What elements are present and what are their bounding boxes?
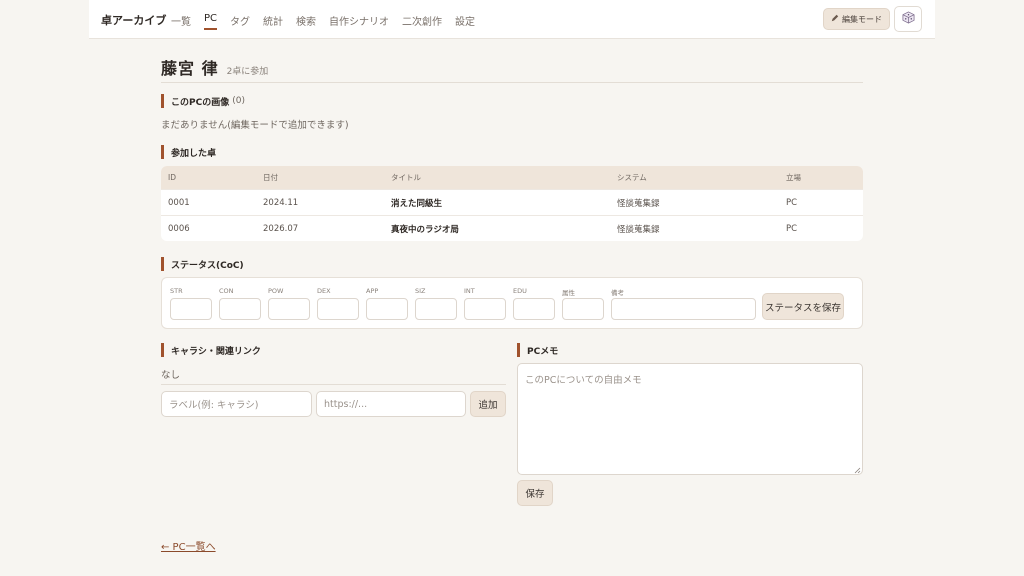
- memo-section-heading: PCメモ: [517, 343, 558, 357]
- row-role: PC: [786, 197, 798, 208]
- nav-item-original-scenarios[interactable]: 自作シナリオ: [329, 0, 389, 39]
- memo-section-title: PCメモ: [527, 346, 559, 357]
- link-url-input[interactable]: https://...: [316, 391, 466, 417]
- stat-attribute-input[interactable]: [562, 298, 604, 320]
- stat-label: SIZ: [415, 287, 426, 295]
- nav-item-list[interactable]: 一覧: [171, 0, 191, 39]
- random-dice-button[interactable]: [894, 6, 922, 32]
- images-count: (0): [232, 96, 245, 106]
- memo-textarea[interactable]: このPCについての自由メモ: [517, 363, 863, 475]
- stat-dex: DEX: [317, 287, 359, 320]
- status-panel: STR CON POW DEX APP SIZ INT EDU 属性 備考 ステ…: [161, 277, 863, 329]
- edit-mode-label: 編集モード: [842, 14, 882, 24]
- top-navigation-bar: 卓アーカイブ 一覧 PC タグ 統計 検索 自作シナリオ 二次創作 設定 編集モ…: [89, 0, 935, 39]
- pencil-icon: [831, 14, 839, 24]
- main-nav: 一覧 PC タグ 統計 検索 自作シナリオ 二次創作 設定: [171, 0, 488, 39]
- save-memo-button[interactable]: 保存: [517, 480, 553, 506]
- page-title: 藤宮 律: [161, 59, 219, 78]
- images-section-heading: このPCの画像 (0): [161, 94, 245, 108]
- row-date: 2024.11: [263, 197, 299, 208]
- images-empty-text: まだありません(編集モードで追加できます): [161, 120, 349, 131]
- column-header-title[interactable]: タイトル: [391, 172, 421, 183]
- nav-item-pc[interactable]: PC: [204, 0, 218, 39]
- images-section-title: このPCの画像: [171, 97, 230, 108]
- stat-label: CON: [219, 287, 234, 295]
- stat-siz-input[interactable]: [415, 298, 457, 320]
- stat-con-input[interactable]: [219, 298, 261, 320]
- row-title-link[interactable]: 真夜中のラジオ局: [391, 223, 459, 235]
- status-section-heading: ステータス(CoC): [161, 257, 244, 271]
- stat-app-input[interactable]: [366, 298, 408, 320]
- row-date: 2026.07: [263, 223, 299, 234]
- links-divider: [161, 384, 506, 385]
- stat-label: 備考: [611, 289, 624, 297]
- stat-edu: EDU: [513, 287, 555, 320]
- edit-mode-button[interactable]: 編集モード: [823, 8, 890, 30]
- column-header-role[interactable]: 立場: [786, 172, 801, 183]
- participation-count: 2卓に参加: [226, 67, 269, 77]
- sessions-table: ID 日付 タイトル システム 立場 0001 2024.11 消えた同級生 怪…: [161, 166, 863, 241]
- back-to-pc-list-link[interactable]: ← PC一覧へ: [161, 538, 216, 553]
- stat-label: EDU: [513, 287, 527, 295]
- stat-label: INT: [464, 287, 475, 295]
- status-section-title: ステータス(CoC): [171, 260, 244, 271]
- resize-handle-icon[interactable]: [854, 466, 861, 477]
- table-header: ID 日付 タイトル システム 立場: [161, 166, 863, 189]
- stat-app: APP: [366, 287, 408, 320]
- nav-item-tags[interactable]: タグ: [230, 0, 250, 39]
- sessions-section-title: 参加した卓: [171, 148, 217, 159]
- link-label-input[interactable]: ラベル(例: キャラシ): [161, 391, 312, 417]
- stat-edu-input[interactable]: [513, 298, 555, 320]
- add-link-button[interactable]: 追加: [470, 391, 506, 417]
- stat-int-input[interactable]: [464, 298, 506, 320]
- stat-attribute: 属性: [562, 287, 604, 320]
- nav-item-settings[interactable]: 設定: [455, 0, 475, 39]
- sessions-section-heading: 参加した卓: [161, 145, 216, 159]
- stat-notes: 備考: [611, 287, 756, 320]
- stat-label: POW: [268, 287, 284, 295]
- stat-label: 属性: [562, 289, 575, 297]
- stat-label: DEX: [317, 287, 331, 295]
- nav-item-fan-works[interactable]: 二次創作: [402, 0, 442, 39]
- stat-pow-input[interactable]: [268, 298, 310, 320]
- stat-con: CON: [219, 287, 261, 320]
- row-system: 怪談蒐集録: [617, 198, 660, 209]
- stat-str-input[interactable]: [170, 298, 212, 320]
- brand-logo-text[interactable]: 卓アーカイブ: [101, 12, 166, 28]
- table-row[interactable]: 0001 2024.11 消えた同級生 怪談蒐集録 PC: [161, 189, 863, 215]
- row-role: PC: [786, 223, 798, 234]
- nav-item-search[interactable]: 検索: [296, 0, 316, 39]
- column-header-system[interactable]: システム: [617, 172, 647, 183]
- stat-dex-input[interactable]: [317, 298, 359, 320]
- links-empty-text: なし: [161, 370, 181, 381]
- stat-str: STR: [170, 287, 212, 320]
- pc-title-row: 藤宮 律 2卓に参加: [161, 55, 268, 79]
- nav-item-stats[interactable]: 統計: [263, 0, 283, 39]
- links-section-title: キャラシ・関連リンク: [171, 346, 261, 357]
- title-divider: [161, 82, 863, 83]
- column-header-date[interactable]: 日付: [263, 172, 278, 183]
- row-id: 0006: [168, 223, 190, 234]
- column-header-id[interactable]: ID: [168, 173, 176, 182]
- save-status-button[interactable]: ステータスを保存: [762, 293, 844, 320]
- dice-icon: [902, 11, 915, 27]
- stat-pow: POW: [268, 287, 310, 320]
- row-id: 0001: [168, 197, 190, 208]
- row-system: 怪談蒐集録: [617, 224, 660, 235]
- stat-int: INT: [464, 287, 506, 320]
- stat-notes-input[interactable]: [611, 298, 756, 320]
- stat-label: STR: [170, 287, 183, 295]
- stat-label: APP: [366, 287, 379, 295]
- table-row[interactable]: 0006 2026.07 真夜中のラジオ局 怪談蒐集録 PC: [161, 215, 863, 241]
- row-title-link[interactable]: 消えた同級生: [391, 197, 442, 209]
- stat-siz: SIZ: [415, 287, 457, 320]
- links-section-heading: キャラシ・関連リンク: [161, 343, 261, 357]
